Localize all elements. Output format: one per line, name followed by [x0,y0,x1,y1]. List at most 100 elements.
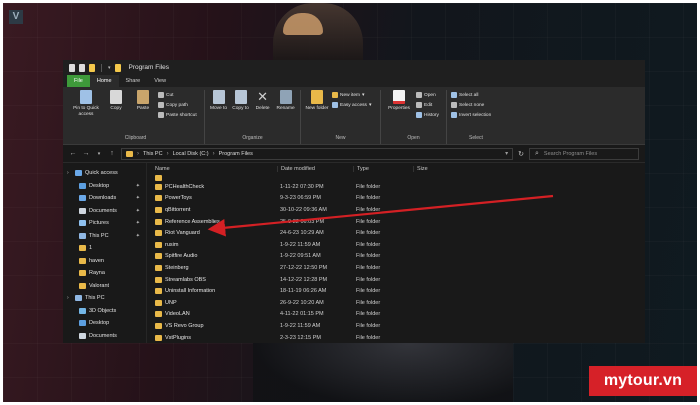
up-arrow-icon[interactable]: ↑ [108,150,116,157]
folder-icon [79,270,86,277]
copy-path-button[interactable]: Copy path [158,102,197,108]
edit-button[interactable]: Edit [416,102,439,108]
paste-button[interactable]: Paste [131,90,155,135]
file-row[interactable]: Streamlabs OBS 14-12-22 12:28 PM File fold… [147,274,645,286]
file-row[interactable]: qBittorrent 30-10-22 09:36 AM File folder [147,204,645,216]
file-date: 24-6-23 10:29 AM [280,230,324,237]
column-size[interactable]: Size [413,166,453,172]
copy-button[interactable]: Copy [104,90,128,135]
easy-access-button[interactable]: Easy access ▾ [332,102,371,108]
invert-selection-button[interactable]: Invert selection [451,112,491,118]
sidebar-item-label: Valorant [89,282,110,289]
address-bar[interactable]: › This PC › Local Disk (C:) › Program Fi… [121,147,514,160]
file-name-cell: Reference Assemblies [147,218,277,225]
desktop-icon [79,182,86,189]
sidebar-item[interactable]: 3D Objects [63,305,146,318]
properties-button[interactable]: Properties [385,90,413,135]
file-row[interactable]: Riot Vanguard 24-6-23 10:29 AM File folder [147,227,645,239]
cut-button[interactable]: Cut [158,92,197,98]
file-row[interactable]: Spitfire Audio 1-9-22 09:51 AM File folder [147,251,645,263]
file-row[interactable]: Reference Assemblies 25-9-22 06:03 PM File… [147,216,645,228]
picture-icon [79,220,86,227]
column-name[interactable]: Name [147,166,277,172]
save-icon[interactable] [69,63,75,72]
file-row[interactable]: Steinberg 27-12-22 12:50 PM File folder [147,262,645,274]
pin-icon [80,90,92,104]
sidebar-item-label: This PC [89,232,109,239]
select-none-button[interactable]: Select none [451,102,491,108]
new-folder-button[interactable]: New folder [305,90,329,135]
folder-icon[interactable] [89,63,95,72]
sidebar-item[interactable]: Downloads ✦ [63,192,146,205]
sidebar-item[interactable]: Valorant [63,280,146,293]
expand-chevron-icon[interactable]: › [67,170,69,176]
tab-share[interactable]: Share [119,75,148,87]
new-item-button[interactable]: New item ▾ [332,92,371,98]
column-date-modified[interactable]: Date modified [277,166,353,172]
character-lower-figure [253,343,513,402]
folder-icon [155,253,162,260]
folder-icon [155,276,162,283]
sidebar-item[interactable]: 1 [63,242,146,255]
search-box[interactable]: ⌕ Search Program Files [529,147,639,160]
open-button[interactable]: Open [416,92,439,98]
file-row[interactable]: VideoLAN 4-11-22 01:15 PM File folder [147,309,645,321]
file-type: File folder [356,299,381,306]
select-all-button[interactable]: Select all [451,92,491,98]
sidebar-item[interactable]: › Quick access [63,167,146,180]
file-row[interactable]: rusim 1-9-22 11:59 AM File folder [147,239,645,251]
chevron-down-icon[interactable]: ▾ [108,65,111,71]
file-row[interactable]: Uninstall Information 18-11-19 06:26 AM Fi… [147,285,645,297]
delete-button[interactable]: ✕ Delete [253,90,272,135]
sidebar-item[interactable]: This PC ✦ [63,230,146,243]
sidebar-item[interactable]: Documents ✦ [63,205,146,218]
sidebar-item[interactable]: Rayna [63,267,146,280]
address-dropdown-icon[interactable]: ▾ [505,150,512,157]
refresh-icon[interactable]: ↻ [518,150,524,158]
file-row[interactable]: VstPlugins 2-3-23 12:15 PM File folder [147,332,645,343]
file-name: rusim [165,241,179,248]
paste-shortcut-button[interactable]: Paste shortcut [158,112,197,118]
sidebar-item[interactable]: Documents [63,330,146,343]
mytour-logo: mytour.vn [589,366,697,396]
folder-icon [155,334,162,341]
recent-chevron-icon[interactable]: ▾ [95,151,103,157]
breadcrumb-local-disk[interactable]: Local Disk (C:) [173,151,209,157]
pin-quick-access-button[interactable]: Pin to Quick access [71,90,101,135]
move-to-label: Move to [209,106,228,111]
ribbon-tabs: File Home Share View [63,75,645,87]
breadcrumb-this-pc[interactable]: This PC [143,151,163,157]
pin-icon: ✦ [135,207,140,214]
breadcrumb-program-files[interactable]: Program Files [219,151,253,157]
move-to-button[interactable]: Move to [209,90,228,135]
folder-icon [79,245,86,252]
file-row[interactable]: PowerToys 9-3-23 06:59 PM File folder [147,193,645,205]
rename-button[interactable]: Rename [275,90,296,135]
file-date: 27-12-22 12:50 PM [280,264,328,271]
back-arrow-icon[interactable]: ← [69,150,77,157]
expand-chevron-icon[interactable]: › [67,295,69,301]
properties-small-icon[interactable] [79,63,85,72]
sidebar-item[interactable]: haven [63,255,146,268]
title-bar: ▾ Program Files [63,60,645,75]
file-row[interactable]: PCHealthCheck 1-11-22 07:30 PM File folder [147,181,645,193]
edit-icon [416,102,422,108]
tab-file[interactable]: File [67,75,90,87]
sidebar-item[interactable]: › This PC [63,292,146,305]
copy-to-button[interactable]: Copy to [231,90,250,135]
sidebar-item-label: 3D Objects [89,307,117,314]
sidebar-item[interactable]: Desktop ✦ [63,180,146,193]
file-row[interactable]: VS Revo Group 1-9-22 11:59 AM File folder [147,320,645,332]
folder-icon [155,288,162,295]
sidebar-item[interactable]: Desktop [63,317,146,330]
column-type[interactable]: Type [353,166,413,172]
desktop-icon [79,320,86,327]
window-title: Program Files [128,64,169,71]
tab-home[interactable]: Home [89,75,119,87]
file-row[interactable]: UNP 26-9-22 10:20 AM File folder [147,297,645,309]
sidebar-item[interactable]: Pictures ✦ [63,217,146,230]
forward-arrow-icon[interactable]: → [82,150,90,157]
sidebar-item-label: Downloads [89,195,117,202]
tab-view[interactable]: View [147,75,173,87]
history-button[interactable]: History [416,112,439,118]
